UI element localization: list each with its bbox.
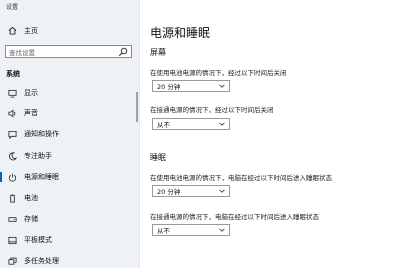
chevron-down-icon [219,122,225,126]
main-content: 电源和睡眠 屏幕 在使用电池电源的情况下，经过以下时间后关闭 20 分钟 在接通… [140,0,400,268]
chevron-down-icon [219,84,225,88]
storage-icon [6,215,18,224]
sidebar-item-label: 通知和操作 [24,130,59,138]
sidebar-item-label: 显示 [24,89,38,97]
notification-icon [6,130,18,139]
screen-heading: 屏幕 [150,48,166,57]
dropdown-value: 从不 [157,227,170,235]
search-icon[interactable] [118,47,128,57]
sidebar-item-label: 平板模式 [24,236,52,244]
search-placeholder: 查找设置 [9,48,35,57]
tablet-icon [6,236,18,245]
sleep-battery-label: 在使用电池电源的情况下，电脑在经过以下时间后进入睡眠状态 [150,174,332,182]
screen-plugged-label: 在接通电源的情况下，经过以下时间后关闭 [150,106,274,114]
chevron-down-icon [219,228,225,232]
sleep-plugged-label: 在接通电源的情况下，电脑在经过以下时间后进入睡眠状态 [150,213,319,221]
sleep-battery-dropdown[interactable]: 20 分钟 [152,185,230,197]
sidebar-home[interactable]: 主页 [6,25,38,37]
chevron-down-icon [219,189,225,193]
display-icon [6,89,18,98]
sidebar-item-display[interactable]: 显示 [0,84,138,102]
sidebar: 设置 主页 查找设置 系统 显示 声音 通知和操作 专注助手 电源和睡眠 电池 … [0,0,140,268]
sidebar-item-label: 存储 [24,215,38,223]
sleep-heading: 睡眠 [150,153,166,162]
sidebar-item-sound[interactable]: 声音 [0,104,138,122]
sidebar-item-focus-assist[interactable]: 专注助手 [0,147,138,165]
dropdown-value: 20 分钟 [157,188,181,196]
window-title: 设置 [6,4,19,11]
sleep-plugged-dropdown[interactable]: 从不 [152,224,230,236]
sidebar-item-label: 声音 [24,109,38,117]
screen-battery-label: 在使用电池电源的情况下，经过以下时间后关闭 [150,69,287,77]
sidebar-item-multitasking[interactable]: 多任务处理 [0,252,138,270]
sidebar-item-power-sleep[interactable]: 电源和睡眠 [0,168,138,186]
power-icon [6,173,18,182]
sidebar-item-storage[interactable]: 存储 [0,210,138,228]
dropdown-value: 20 分钟 [157,83,181,91]
sidebar-item-battery[interactable]: 电池 [0,189,138,207]
battery-icon [6,193,18,203]
sidebar-item-tablet-mode[interactable]: 平板模式 [0,231,138,249]
screen-plugged-dropdown[interactable]: 从不 [152,118,230,130]
page-title: 电源和睡眠 [150,26,211,40]
screen-battery-dropdown[interactable]: 20 分钟 [152,80,230,92]
multitask-icon [6,257,18,266]
sidebar-home-label: 主页 [24,27,38,35]
sidebar-item-label: 多任务处理 [24,257,59,265]
speaker-icon [6,109,18,118]
sidebar-section-system: 系统 [6,70,20,78]
sidebar-item-label: 电池 [24,194,38,202]
home-icon [6,26,18,37]
moon-icon [6,151,18,161]
sidebar-item-label: 专注助手 [24,152,52,160]
sidebar-item-notifications[interactable]: 通知和操作 [0,125,138,143]
search-input[interactable]: 查找设置 [5,45,132,58]
dropdown-value: 从不 [157,121,170,129]
sidebar-item-label: 电源和睡眠 [24,173,59,181]
